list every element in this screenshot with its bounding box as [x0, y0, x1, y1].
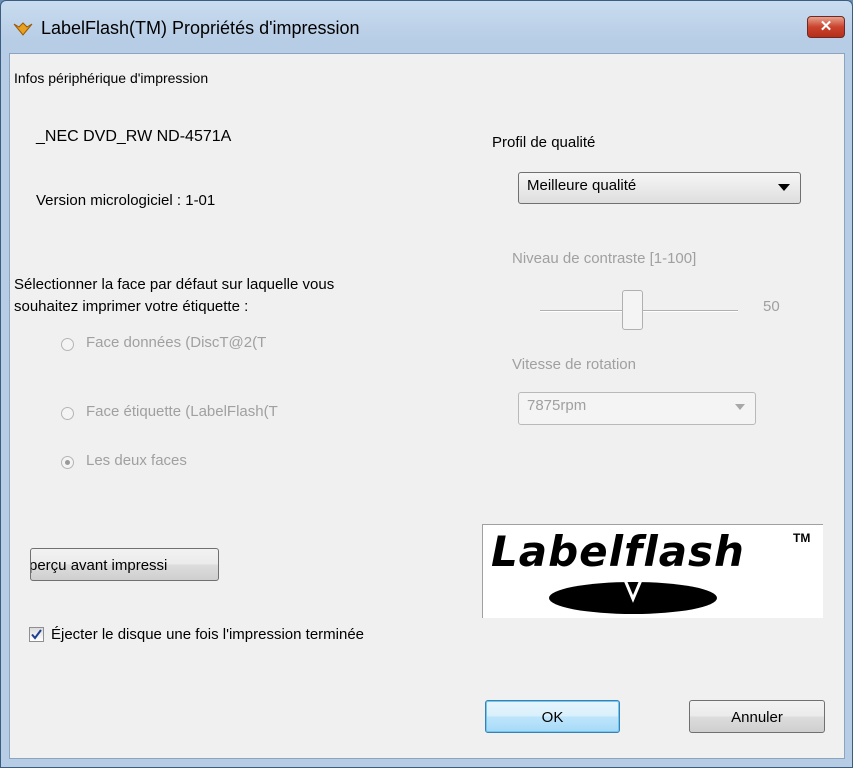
window-title: LabelFlash(TM) Propriétés d'impression [41, 18, 360, 38]
chevron-down-icon [735, 404, 745, 410]
slider-thumb[interactable] [622, 290, 643, 330]
cancel-label: Annuler [731, 709, 783, 726]
face-prompt-line2: souhaitez imprimer votre étiquette : [14, 298, 249, 315]
radio-face-label-label: Face étiquette (LabelFlash(T [86, 403, 278, 420]
contrast-label: Niveau de contraste [1-100] [512, 250, 697, 267]
radio-face-data-label: Face données (DiscT@2(T [86, 334, 267, 351]
quality-profile-dropdown[interactable]: Meilleure qualité [518, 172, 801, 204]
rotation-speed-value: 7875rpm [527, 397, 587, 414]
radio-both-faces-label: Les deux faces [86, 452, 187, 469]
close-button[interactable]: ✕ [807, 16, 845, 38]
radio-button[interactable] [61, 407, 74, 420]
print-preview-button[interactable]: perçu avant impressi [30, 548, 219, 581]
firmware-version: Version micrologiciel : 1-01 [36, 192, 216, 209]
quality-profile-label: Profil de qualité [492, 134, 596, 151]
labelflash-logo: Labelflash TM [482, 524, 823, 618]
logo-text: Labelflash [491, 527, 745, 576]
ok-button[interactable]: OK [485, 700, 620, 733]
print-preview-label: perçu avant impressi [30, 557, 168, 574]
title-bar[interactable]: LabelFlash(TM) Propriétés d'impression ✕ [1, 1, 852, 53]
device-name: _NEC DVD_RW ND-4571A [36, 128, 232, 145]
close-icon: ✕ [819, 18, 833, 35]
dialog-body: Infos périphérique d'impression _NEC DVD… [9, 53, 845, 759]
rotation-speed-dropdown[interactable]: 7875rpm [518, 392, 756, 425]
face-prompt-line1: Sélectionner la face par défaut sur laqu… [14, 276, 335, 293]
eject-checkbox[interactable] [29, 627, 44, 642]
ok-label: OK [541, 709, 564, 726]
cancel-button[interactable]: Annuler [689, 700, 825, 733]
labelflash-app-icon [13, 22, 33, 36]
contrast-value: 50 [763, 298, 780, 315]
checkmark-icon [31, 629, 42, 640]
device-info-label: Infos périphérique d'impression [14, 70, 209, 86]
quality-profile-value: Meilleure qualité [527, 177, 637, 194]
radio-button[interactable] [61, 338, 74, 351]
eject-label: Éjecter le disque une fois l'impression … [51, 626, 365, 643]
dialog-window: LabelFlash(TM) Propriétés d'impression ✕… [0, 0, 853, 768]
logo-tm: TM [793, 531, 811, 545]
chevron-down-icon [778, 184, 790, 191]
rotation-speed-label: Vitesse de rotation [512, 356, 636, 373]
disc-logo-icon [549, 579, 717, 614]
radio-button-selected[interactable] [61, 456, 74, 469]
